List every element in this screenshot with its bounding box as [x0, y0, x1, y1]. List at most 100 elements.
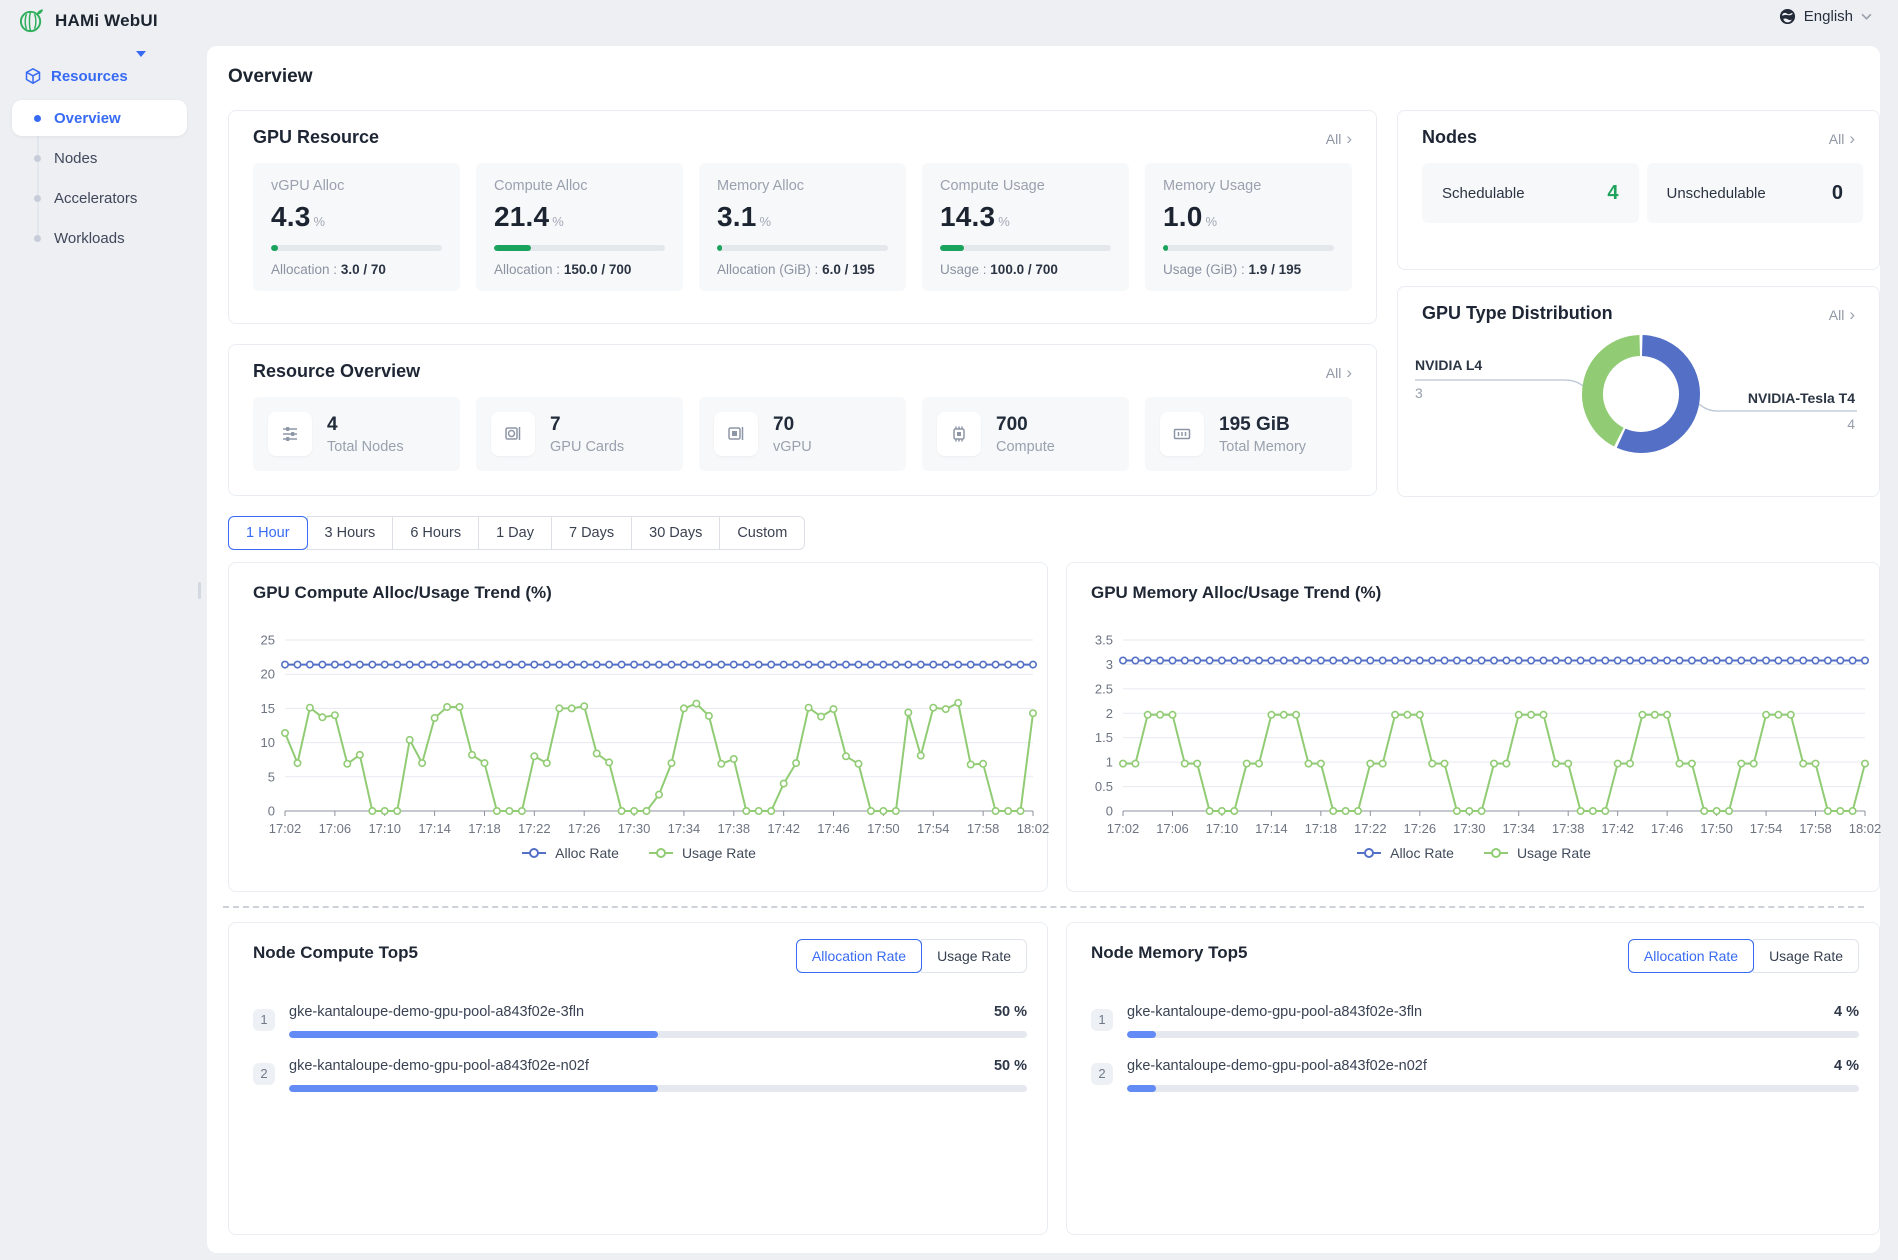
- resource-label: Total Nodes: [327, 439, 404, 455]
- gpu-type-distribution-card: GPU Type Distribution All› NVIDIA L4 3 N…: [1397, 286, 1880, 497]
- donut-value-nvidia-tesla-t4: 4: [1847, 416, 1855, 432]
- svg-text:17:54: 17:54: [917, 821, 950, 836]
- time-range-1-hour[interactable]: 1 Hour: [228, 516, 308, 550]
- svg-text:17:38: 17:38: [1552, 821, 1585, 836]
- time-range-7-days[interactable]: 7 Days: [551, 516, 632, 550]
- node-name: gke-kantaloupe-demo-gpu-pool-a843f02e-n0…: [289, 1058, 589, 1074]
- stat-progress-fill: [717, 245, 722, 251]
- rank-badge: 1: [1091, 1009, 1113, 1031]
- gpu-memory-legend: Alloc Rate Usage Rate: [1067, 845, 1879, 861]
- resource-value: 4: [327, 414, 404, 436]
- svg-text:17:30: 17:30: [1453, 821, 1486, 836]
- caret-down-icon[interactable]: [136, 51, 146, 57]
- resource-overview-all-link[interactable]: All›: [1326, 365, 1352, 381]
- stat-detail: Allocation (GiB) : 6.0 / 195: [717, 262, 888, 277]
- sidebar-item-label: Workloads: [54, 230, 125, 247]
- svg-text:3: 3: [1106, 657, 1113, 672]
- node-percent: 4 %: [1834, 1058, 1859, 1074]
- vgpu-icon: [726, 424, 746, 444]
- node-memory-top5-rows: 1 gke-kantaloupe-demo-gpu-pool-a843f02e-…: [1091, 1001, 1859, 1109]
- sidebar-item-label: Overview: [54, 110, 121, 127]
- svg-text:17:22: 17:22: [518, 821, 551, 836]
- stat-progress-fill: [271, 245, 278, 251]
- svg-text:17:26: 17:26: [568, 821, 601, 836]
- sidebar-item-overview[interactable]: Overview: [12, 100, 187, 136]
- resource-overview-tiles: 4 Total Nodes 7 GPU Cards 70 vGPU 700 Co…: [253, 397, 1352, 471]
- time-range-custom[interactable]: Custom: [719, 516, 805, 550]
- sidebar-item-label: Nodes: [54, 150, 97, 167]
- node-memory-top5-card: Node Memory Top5 Allocation Rate Usage R…: [1066, 922, 1880, 1235]
- stat-detail: Allocation : 150.0 / 700: [494, 262, 665, 277]
- time-range-3-hours[interactable]: 3 Hours: [307, 516, 394, 550]
- allocation-rate-button[interactable]: Allocation Rate: [1628, 939, 1754, 973]
- node-percent: 4 %: [1834, 1004, 1859, 1020]
- resource-overview-tile: 7 GPU Cards: [476, 397, 683, 471]
- node-compute-top5-title: Node Compute Top5: [253, 943, 418, 963]
- legend-alloc-rate[interactable]: Alloc Rate: [1355, 845, 1454, 861]
- legend-usage-rate[interactable]: Usage Rate: [1482, 845, 1591, 861]
- node-progress-fill: [1127, 1085, 1156, 1092]
- stat-unit: %: [1206, 214, 1218, 229]
- legend-label: Usage Rate: [682, 845, 756, 861]
- sidebar-collapse-handle[interactable]: [198, 582, 201, 599]
- schedulable-tile: Schedulable 4: [1422, 163, 1639, 223]
- all-label: All: [1326, 131, 1342, 147]
- gpu-stat-tile: Memory Usage 1.0% Usage (GiB) : 1.9 / 19…: [1145, 163, 1352, 291]
- svg-text:17:14: 17:14: [418, 821, 451, 836]
- sidebar-group-resources[interactable]: Resources: [24, 62, 128, 90]
- resource-overview-tile: 700 Compute: [922, 397, 1129, 471]
- cpu-chip-icon: [949, 424, 969, 444]
- resource-label: vGPU: [773, 439, 812, 455]
- time-range-6-hours[interactable]: 6 Hours: [392, 516, 479, 550]
- allocation-rate-button[interactable]: Allocation Rate: [796, 939, 922, 973]
- legend-marker-icon: [1355, 847, 1383, 859]
- page-title: Overview: [228, 66, 313, 88]
- nodes-all-link[interactable]: All›: [1829, 131, 1855, 147]
- sidebar-item-nodes[interactable]: Nodes: [12, 140, 187, 176]
- stat-progress-fill: [1163, 245, 1168, 251]
- resource-overview-card: Resource Overview All› 4 Total Nodes 7 G…: [228, 344, 1377, 496]
- svg-text:17:46: 17:46: [1651, 821, 1684, 836]
- time-range-1-day[interactable]: 1 Day: [478, 516, 552, 550]
- legend-label: Alloc Rate: [1390, 845, 1454, 861]
- legend-alloc-rate[interactable]: Alloc Rate: [520, 845, 619, 861]
- sidebar-item-accelerators[interactable]: Accelerators: [12, 180, 187, 216]
- usage-rate-button[interactable]: Usage Rate: [1753, 939, 1859, 973]
- stat-label: Compute Alloc: [494, 178, 665, 194]
- language-label: English: [1804, 8, 1853, 25]
- sidebar-item-workloads[interactable]: Workloads: [12, 220, 187, 256]
- resource-icon-box: [268, 412, 312, 456]
- resource-label: Total Memory: [1219, 439, 1306, 455]
- stat-label: vGPU Alloc: [271, 178, 442, 194]
- stat-detail: Usage : 100.0 / 700: [940, 262, 1111, 277]
- resource-overview-tile: 4 Total Nodes: [253, 397, 460, 471]
- gpu-stat-tiles: vGPU Alloc 4.3% Allocation : 3.0 / 70 Co…: [253, 163, 1352, 291]
- stat-progress-track: [940, 245, 1111, 251]
- svg-text:17:26: 17:26: [1404, 821, 1437, 836]
- legend-usage-rate[interactable]: Usage Rate: [647, 845, 756, 861]
- svg-text:17:34: 17:34: [1502, 821, 1535, 836]
- time-range-tabs: 1 Hour3 Hours6 Hours1 Day7 Days30 DaysCu…: [228, 516, 805, 550]
- donut-leader-line-left: [1415, 380, 1583, 386]
- schedulable-value: 4: [1607, 182, 1618, 205]
- time-range-30-days[interactable]: 30 Days: [631, 516, 720, 550]
- svg-text:17:10: 17:10: [368, 821, 401, 836]
- node-progress-track: [1127, 1085, 1859, 1092]
- stat-value: 21.4: [494, 201, 549, 233]
- language-selector[interactable]: English: [1779, 8, 1872, 25]
- svg-text:17:58: 17:58: [967, 821, 1000, 836]
- stat-progress-track: [1163, 245, 1334, 251]
- globe-icon: [1779, 8, 1796, 25]
- rank-badge: 1: [253, 1009, 275, 1031]
- cube-icon: [24, 67, 42, 85]
- resource-overview-tile: 70 vGPU: [699, 397, 906, 471]
- gpu-resource-all-link[interactable]: All›: [1326, 131, 1352, 147]
- svg-text:0: 0: [1106, 804, 1113, 819]
- usage-rate-button[interactable]: Usage Rate: [921, 939, 1027, 973]
- svg-text:17:46: 17:46: [817, 821, 850, 836]
- dashed-separator: [223, 906, 1864, 908]
- svg-text:17:06: 17:06: [1156, 821, 1189, 836]
- main-panel: Overview GPU Resource All› vGPU Alloc 4.…: [207, 46, 1880, 1253]
- chevron-right-icon: ›: [1346, 367, 1352, 379]
- svg-text:17:02: 17:02: [269, 821, 302, 836]
